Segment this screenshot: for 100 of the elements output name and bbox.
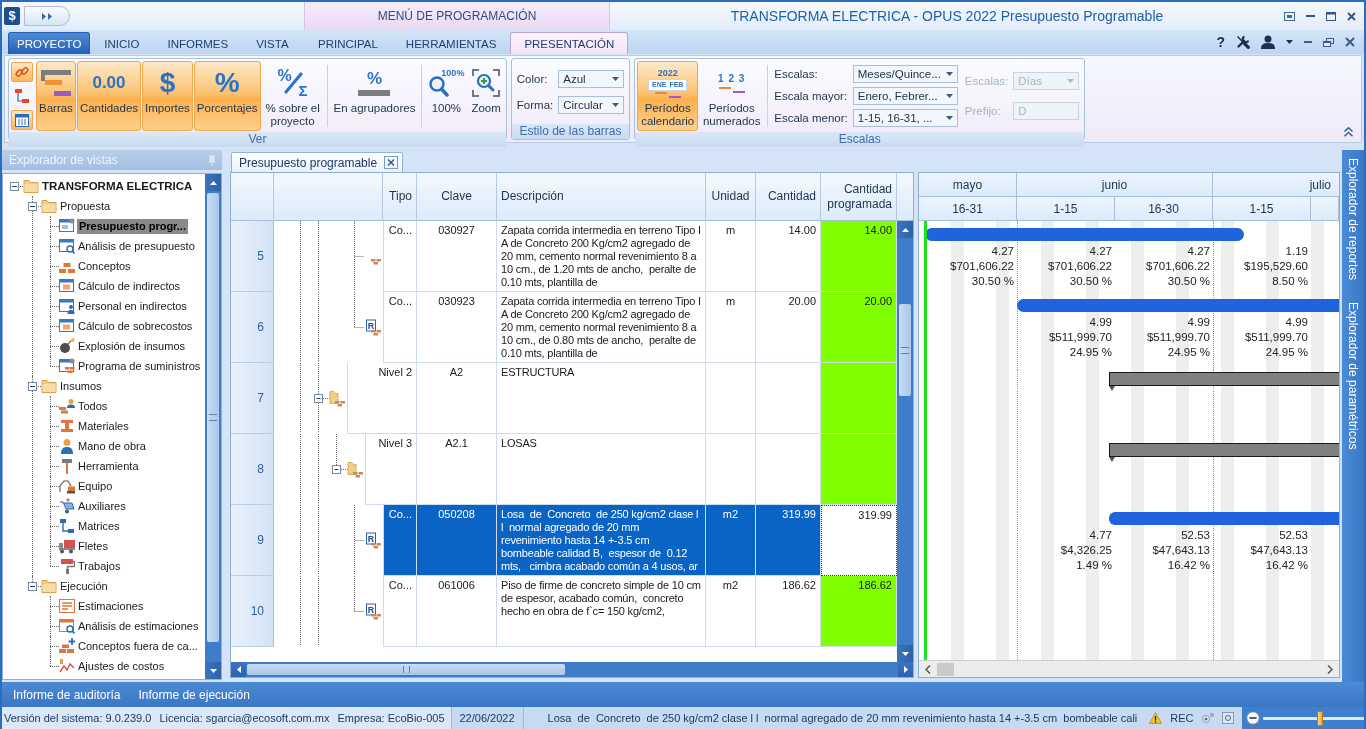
column-header[interactable]: Cantidad programada [821,173,897,220]
horizontal-scrollbar[interactable] [231,662,913,677]
tree-item[interactable]: Personal en indirectos [77,298,188,314]
app-icon[interactable]: $ [4,7,20,25]
tree-item[interactable]: Matrices [77,518,121,534]
scrollbar-thumb[interactable] [207,193,219,642]
side-tab[interactable]: Explorador de reportes [1346,158,1360,281]
close-icon[interactable] [1347,11,1356,21]
caret-icon[interactable] [1286,40,1293,44]
tree-item[interactable]: Conceptos [77,258,132,274]
tree-item[interactable]: Trabajos [77,558,122,574]
ribbon-button[interactable]: Zoom [468,61,504,131]
tree-item[interactable]: Ejecución [59,578,109,594]
application-menu-tab[interactable]: PROYECTO [8,32,91,54]
ribbon-tab[interactable]: VISTA [242,32,303,54]
slider-thumb[interactable] [1316,710,1323,726]
ribbon-button[interactable]: 1 2 3 Períodos numerados [699,61,765,131]
tree-item[interactable]: Análisis de estimaciones [77,618,200,634]
tree-item[interactable]: Mano de obra [77,438,147,454]
ribbon-button[interactable]: % Σ % sobre el proyecto [261,61,324,131]
ribbon-tab[interactable]: PRESENTACIÓN [510,32,629,54]
tree-item[interactable]: Herramienta [77,458,140,474]
restore-icon[interactable] [1323,37,1334,47]
column-header[interactable]: Cantidad [756,173,821,220]
tree-item[interactable]: Insumos [59,378,103,394]
tree-item[interactable]: Cálculo de indirectos [77,278,182,294]
ribbon-tab[interactable]: PRINCIPAL [304,32,392,54]
dropdown[interactable]: Enero, Febrer... [852,87,958,105]
tree-item[interactable]: Ajustes de costos [77,658,166,674]
document-tab[interactable]: Presupuesto programable [231,152,404,172]
vertical-scrollbar[interactable] [897,221,913,662]
bottom-tab[interactable]: Informe de ejecución [129,687,259,702]
tree-item[interactable]: Fletes [77,538,109,554]
tree-item[interactable]: Presupuesto progr... [77,218,188,234]
toolbar-button[interactable] [11,110,33,130]
help-button[interactable]: ? [1216,34,1225,50]
chevron-right-icon[interactable] [1327,664,1333,674]
tree-item[interactable]: Programa de suministros [77,358,202,374]
minus-toggle-icon[interactable] [314,394,323,403]
field-label: Escalas: [774,68,819,80]
scroll-up-button[interactable] [897,221,913,238]
minus-toggle-icon[interactable] [27,381,37,391]
column-header[interactable]: Tipo [383,173,417,220]
tree-item[interactable]: Auxiliares [77,498,127,514]
ribbon-button[interactable]: % Porcentajes [193,61,261,131]
close-icon[interactable] [384,156,399,169]
minus-toggle-icon[interactable] [9,181,19,191]
tools-icon[interactable] [1236,35,1250,49]
tree-item[interactable]: Propuesta [59,198,112,214]
scroll-right-button[interactable] [898,662,913,677]
dropdown[interactable]: Azul [558,69,625,88]
minus-toggle-icon[interactable] [27,201,37,211]
ribbon-button[interactable]: % En agrupadores [330,61,419,131]
maximize-icon[interactable] [1326,11,1336,21]
minus-toggle-icon[interactable] [332,465,341,474]
scroll-down-button[interactable] [205,662,221,679]
ribbon-tab[interactable]: INFORMES [153,32,243,54]
tree-item[interactable]: Cálculo de sobrecostos [77,318,194,334]
ribbon-button[interactable]: 100% 100% [425,61,468,131]
ribbon-tab[interactable]: HERRAMIENTAS [391,32,511,54]
scrollbar-thumb[interactable] [937,662,954,676]
tree-item[interactable]: Conceptos fuera de ca... [77,638,199,654]
dot-circle-icon[interactable] [1201,712,1214,724]
screen-icon[interactable] [1284,11,1295,21]
quick-access-button[interactable] [24,6,70,26]
zoom-out-icon[interactable] [1245,711,1260,725]
scroll-left-button[interactable] [231,662,246,677]
scroll-up-button[interactable] [205,174,221,191]
tree-item[interactable]: Explosión de insumos [77,338,186,354]
amount-text: $511,999.70 [1145,330,1210,345]
circle-in-square-icon[interactable] [1221,712,1234,724]
tree-item[interactable]: Estimaciones [77,598,145,614]
minus-toggle-icon[interactable] [27,581,37,591]
side-tab[interactable]: Explorador de paramétricos [1346,302,1360,450]
scrollbar-thumb[interactable] [247,664,565,675]
tree-item[interactable]: TRANSFORMA ELECTRICA [41,178,194,194]
ribbon-tab[interactable]: INICIO [90,32,154,54]
bottom-tab[interactable]: Informe de auditoría [4,687,130,702]
double-chevron-up-icon[interactable] [1344,127,1353,137]
scroll-down-button[interactable] [897,645,913,662]
dropdown[interactable]: 1-15, 16-31, ... [852,109,958,127]
vertical-scrollbar[interactable] [205,174,221,679]
ribbon-button[interactable]: 0.00 Cantidades [76,61,142,131]
column-header[interactable]: Descripción [497,173,706,220]
tree-item[interactable]: Todos [77,398,109,414]
column-header[interactable]: Clave [417,173,497,220]
dropdown[interactable]: Circular [558,96,625,115]
scrollbar-thumb[interactable] [899,304,911,396]
dropdown[interactable]: Meses/Quince... [852,65,958,83]
column-header[interactable]: Unidad [706,173,756,220]
ribbon-button[interactable]: Barras [36,61,76,131]
ribbon-button[interactable]: $ Importes [142,61,193,131]
close-icon[interactable] [1345,37,1355,47]
horizontal-scrollbar[interactable] [919,660,1339,677]
toolbar-button[interactable] [11,62,33,82]
tree-item[interactable]: Equipo [77,478,114,494]
user-icon[interactable] [1261,35,1275,49]
tree-item[interactable]: Materiales [77,418,130,434]
tree-item[interactable]: Análisis de presupuesto [77,238,196,254]
chevron-left-icon[interactable] [925,664,931,674]
